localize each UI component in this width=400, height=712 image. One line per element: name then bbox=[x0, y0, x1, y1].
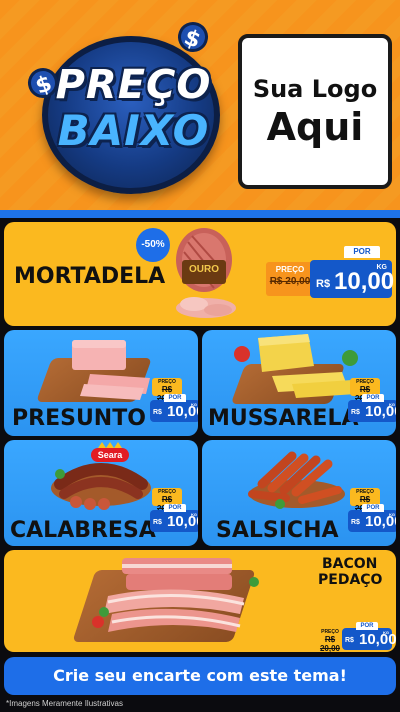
new-price: R$ 10,00 KG bbox=[348, 400, 396, 422]
product-name: MUSSARELA bbox=[208, 406, 359, 431]
header-divider bbox=[0, 210, 400, 218]
cta-banner[interactable]: Crie seu encarte com este tema! bbox=[4, 657, 396, 695]
brand-label: Seara bbox=[97, 450, 123, 460]
por-label: POR bbox=[356, 622, 378, 630]
currency: R$ bbox=[153, 409, 162, 416]
footnote: *Imagens Meramente Ilustrativas bbox=[6, 699, 123, 708]
badge-title-line2: BAIXO bbox=[57, 106, 210, 155]
price-value: 10,00 bbox=[334, 268, 395, 295]
logo-placeholder[interactable]: Sua Logo Aqui bbox=[238, 34, 392, 189]
salsicha-image bbox=[248, 451, 345, 509]
price-unit: KG bbox=[376, 264, 388, 271]
old-price-label: PREÇO bbox=[275, 265, 305, 274]
old-price: PREÇO R$ 20,00 bbox=[316, 628, 344, 652]
price-unit: KG bbox=[383, 630, 389, 635]
badge-title-line1: PREÇO bbox=[55, 62, 212, 108]
por-label: POR bbox=[164, 504, 186, 512]
price-tag: PREÇO R$ 20,00 R$ 10,00 KG POR bbox=[144, 488, 198, 532]
new-price: R$ 10,00 KG bbox=[150, 510, 198, 532]
brand-label: OURO bbox=[189, 264, 219, 275]
price-unit: KG bbox=[389, 402, 395, 407]
currency: R$ bbox=[345, 637, 354, 644]
logo-text-line2: Aqui bbox=[266, 104, 364, 149]
old-price: PREÇO R$ 20,00 bbox=[266, 262, 314, 296]
price-unit: KG bbox=[389, 512, 395, 517]
logo-text-line1: Sua Logo bbox=[252, 74, 378, 103]
old-price-value: R$ 20,00 bbox=[319, 635, 341, 652]
product-name: SALSICHA bbox=[216, 518, 339, 543]
preco-baixo-badge: $ $ PREÇO BAIXO bbox=[23, 17, 238, 198]
product-name-line2: PEDAÇO bbox=[318, 572, 383, 588]
por-label: POR bbox=[362, 504, 384, 512]
product-name: MORTADELA bbox=[14, 264, 166, 289]
price-unit: KG bbox=[191, 512, 197, 517]
product-card-calabresa[interactable]: Seara CALABRESA PREÇO R$ 20,00 R$ 10,00 … bbox=[4, 440, 198, 546]
price-tag: PREÇO R$ 20,00 R$ 10,00 KG POR bbox=[266, 246, 395, 298]
product-card-mortadela[interactable]: MORTADELA -50% OURO PREÇO R$ 20,00 R$ 10… bbox=[4, 222, 396, 326]
product-name: CALABRESA bbox=[10, 518, 156, 543]
price-tag: PREÇO R$ 20,00 R$ 10,00 KG POR bbox=[316, 606, 396, 652]
old-price-value: R$ 20,00 bbox=[269, 276, 311, 287]
currency: R$ bbox=[316, 278, 331, 290]
product-card-salsicha[interactable]: SALSICHA PREÇO R$ 20,00 R$ 10,00 KG POR bbox=[202, 440, 396, 546]
price-tag: PREÇO R$ 20,00 R$ 10,00 KG POR bbox=[342, 378, 396, 422]
price-tag: PREÇO R$ 20,00 R$ 10,00 KG POR bbox=[144, 378, 198, 422]
price-tag: PREÇO R$ 20,00 R$ 10,00 KG POR bbox=[342, 488, 396, 532]
new-price: R$ 10,00 KG bbox=[348, 510, 396, 532]
product-name-line1: BACON bbox=[322, 556, 378, 572]
por-label: POR bbox=[344, 246, 380, 258]
product-name: PRESUNTO bbox=[12, 406, 146, 431]
por-label: POR bbox=[164, 394, 186, 402]
currency: R$ bbox=[153, 519, 162, 526]
new-price: R$ 10,00 KG bbox=[310, 260, 395, 298]
price-value: 10,00 bbox=[359, 631, 396, 648]
bacon-image bbox=[92, 558, 259, 632]
currency: R$ bbox=[351, 409, 360, 416]
product-card-bacon[interactable]: BACON PEDAÇO PREÇO R$ 20,00 R$ 10,00 KG … bbox=[4, 550, 396, 652]
discount-badge: -50% bbox=[136, 228, 170, 262]
product-card-mussarela[interactable]: MUSSARELA PREÇO R$ 20,00 R$ 10,00 KG POR bbox=[202, 330, 396, 436]
new-price: R$ 10,00 KG bbox=[342, 628, 396, 650]
por-label: POR bbox=[362, 394, 384, 402]
currency: R$ bbox=[351, 519, 360, 526]
product-card-presunto[interactable]: PRESUNTO PREÇO R$ 20,00 R$ 10,00 KG POR bbox=[4, 330, 198, 436]
price-unit: KG bbox=[191, 402, 197, 407]
new-price: R$ 10,00 KG bbox=[150, 400, 198, 422]
